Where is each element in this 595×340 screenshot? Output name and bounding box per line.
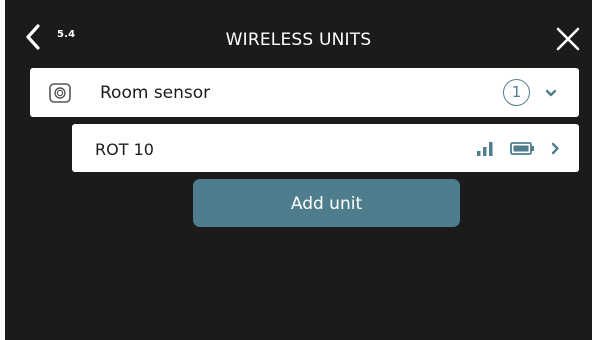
battery-icon — [510, 142, 535, 155]
top-bar: 5.4 WIRELESS UNITS — [5, 0, 592, 62]
close-button[interactable] — [556, 27, 580, 51]
sensor-group-room-sensor[interactable]: Room sensor 1 — [30, 68, 579, 117]
wireless-units-screen: 5.4 WIRELESS UNITS Room sensor 1 ROT 10 — [5, 0, 592, 340]
chevron-right-icon — [550, 142, 560, 155]
room-sensor-icon — [49, 83, 71, 103]
page-title: WIRELESS UNITS — [225, 30, 372, 50]
signal-strength-icon — [476, 141, 496, 156]
unit-count-badge: 1 — [503, 79, 530, 106]
add-unit-button[interactable]: Add unit — [193, 179, 460, 227]
unit-label: ROT 10 — [95, 140, 154, 159]
unit-row-rot-10[interactable]: ROT 10 — [72, 124, 579, 172]
close-icon — [556, 27, 580, 51]
chevron-down-icon[interactable] — [545, 88, 557, 98]
sensor-group-label: Room sensor — [100, 83, 211, 103]
